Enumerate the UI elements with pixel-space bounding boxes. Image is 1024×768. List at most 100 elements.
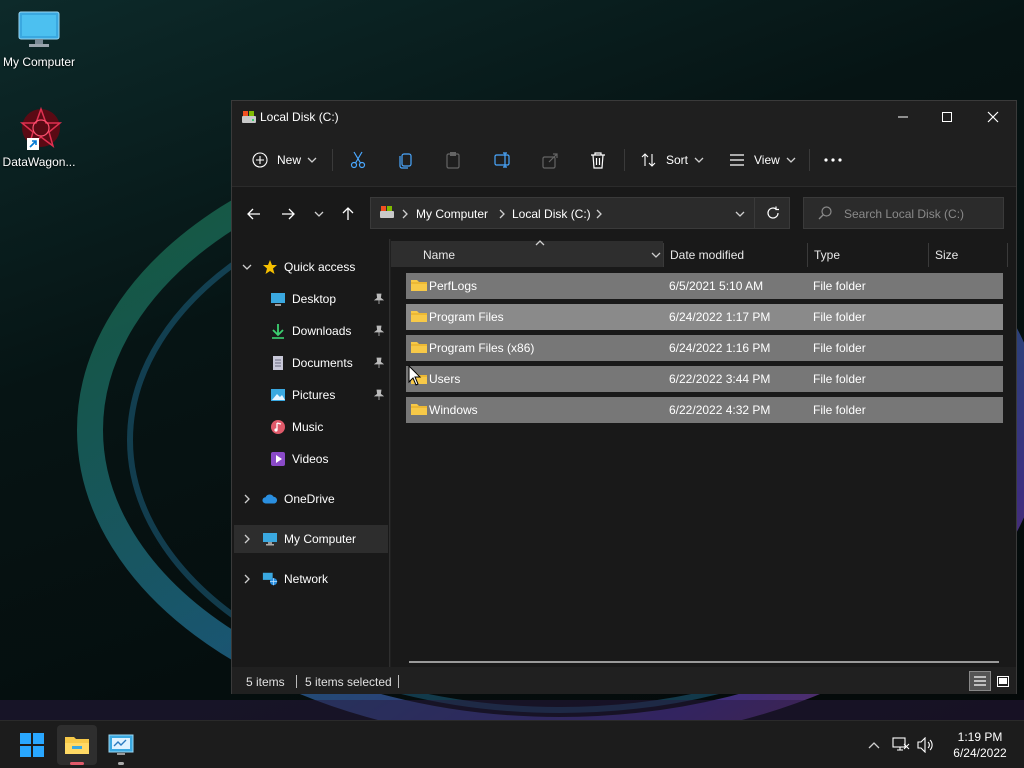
network-icon [262, 571, 278, 587]
cut-button[interactable] [350, 145, 366, 175]
breadcrumb-my-computer[interactable]: My Computer [416, 207, 488, 221]
table-row[interactable]: Windows 6/22/2022 4:32 PM File folder [406, 397, 1003, 423]
taskbar-control-panel[interactable] [101, 725, 141, 765]
details-view-button[interactable] [969, 671, 991, 691]
chevron-down-icon [314, 211, 324, 217]
desktop-icon-my-computer[interactable]: My Computer [0, 10, 78, 69]
column-divider[interactable] [928, 243, 929, 267]
onedrive-cloud-icon [262, 491, 278, 507]
copy-button[interactable] [398, 145, 414, 175]
table-row[interactable]: PerfLogs 6/5/2021 5:10 AM File folder [406, 273, 1003, 299]
file-date: 6/5/2021 5:10 AM [669, 279, 764, 293]
folder-icon [410, 278, 428, 295]
status-divider [296, 675, 297, 688]
file-type: File folder [813, 372, 866, 386]
minimize-button[interactable] [880, 101, 926, 133]
volume-icon[interactable] [917, 737, 935, 753]
address-history-dropdown[interactable] [735, 210, 745, 218]
column-divider[interactable] [1007, 243, 1008, 267]
search-icon [818, 206, 832, 220]
more-options-button[interactable] [824, 145, 842, 175]
nav-item-desktop[interactable]: Desktop [232, 285, 388, 313]
nav-label: Videos [292, 452, 329, 466]
search-placeholder: Search Local Disk (C:) [844, 207, 965, 221]
clock[interactable]: 1:19 PM 6/24/2022 [945, 729, 1015, 761]
table-row[interactable]: Users 6/22/2022 3:44 PM File folder [406, 366, 1003, 392]
close-button[interactable] [970, 101, 1016, 133]
start-button[interactable] [12, 725, 52, 765]
nav-item-music[interactable]: Music [232, 413, 388, 441]
file-name: Windows [429, 403, 478, 417]
nav-quick-access[interactable]: Quick access [232, 253, 388, 281]
sort-button[interactable]: Sort [641, 145, 704, 175]
nav-item-documents[interactable]: Documents [232, 349, 388, 377]
search-box[interactable]: Search Local Disk (C:) [803, 197, 1004, 229]
chevron-right-icon [244, 534, 250, 544]
new-label: New [277, 153, 302, 167]
close-icon [987, 111, 999, 123]
folder-icon [410, 402, 428, 419]
title-bar[interactable]: Local Disk (C:) [232, 101, 1016, 133]
file-date: 6/24/2022 1:16 PM [669, 341, 771, 355]
file-type: File folder [813, 310, 866, 324]
show-hidden-icons-button[interactable] [868, 741, 880, 749]
share-icon [542, 153, 558, 169]
maximize-button[interactable] [924, 101, 970, 133]
window-title: Local Disk (C:) [260, 110, 339, 124]
refresh-icon[interactable] [766, 206, 780, 220]
address-bar[interactable]: My Computer Local Disk (C:) [370, 197, 790, 229]
cut-icon [350, 151, 366, 169]
datawagon-shortcut-icon [19, 106, 63, 150]
file-type: File folder [813, 403, 866, 417]
breadcrumb-local-disk[interactable]: Local Disk (C:) [512, 207, 591, 221]
nav-my-computer[interactable]: My Computer [234, 525, 388, 553]
file-name: Program Files (x86) [429, 341, 535, 355]
mouse-cursor-icon [408, 365, 422, 386]
nav-network[interactable]: Network [232, 565, 388, 593]
nav-item-videos[interactable]: Videos [232, 445, 388, 473]
column-header-date[interactable]: Date modified [670, 243, 744, 267]
share-button[interactable] [542, 145, 560, 175]
horizontal-scrollbar[interactable] [409, 661, 999, 663]
pin-icon [373, 293, 385, 308]
table-row[interactable]: Program Files (x86) 6/24/2022 1:16 PM Fi… [406, 335, 1003, 361]
delete-button[interactable] [590, 145, 606, 175]
star-icon [262, 259, 278, 275]
sort-ascending-indicator [535, 240, 545, 246]
view-button[interactable]: View [729, 145, 796, 175]
network-status-icon[interactable] [892, 737, 910, 753]
column-header-type[interactable]: Type [814, 243, 840, 267]
music-icon [270, 419, 286, 435]
column-divider[interactable] [663, 243, 664, 267]
rename-button[interactable] [494, 145, 512, 175]
tiles-view-button[interactable] [992, 671, 1014, 691]
forward-button[interactable] [276, 202, 300, 226]
table-row[interactable]: Program Files 6/24/2022 1:17 PM File fol… [406, 304, 1003, 330]
nav-label: OneDrive [284, 492, 335, 506]
back-button[interactable] [242, 202, 266, 226]
paste-button[interactable] [445, 145, 461, 175]
sort-icon [641, 153, 656, 167]
desktop-icon-datawagon[interactable]: DataWagon... [0, 106, 78, 169]
nav-onedrive[interactable]: OneDrive [232, 485, 388, 513]
pin-icon [373, 325, 385, 340]
taskbar: 1:19 PM 6/24/2022 [0, 720, 1024, 768]
nav-item-downloads[interactable]: Downloads [232, 317, 388, 345]
new-button[interactable]: New [252, 145, 317, 175]
drive-icon [241, 110, 257, 127]
more-options-icon [824, 158, 842, 162]
plus-circle-icon [252, 152, 268, 168]
taskbar-file-explorer[interactable] [57, 725, 97, 765]
details-view-icon [974, 676, 986, 686]
paste-icon [446, 152, 460, 169]
selected-count: 5 items selected [305, 675, 392, 689]
recent-locations-button[interactable] [307, 202, 331, 226]
nav-item-pictures[interactable]: Pictures [232, 381, 388, 409]
active-app-indicator [70, 762, 84, 765]
up-button[interactable] [336, 202, 360, 226]
column-divider[interactable] [807, 243, 808, 267]
chevron-down-icon [307, 157, 317, 163]
column-header-size[interactable]: Size [935, 243, 958, 267]
column-header-name[interactable]: Name [423, 243, 455, 267]
chevron-down-icon[interactable] [651, 251, 661, 259]
